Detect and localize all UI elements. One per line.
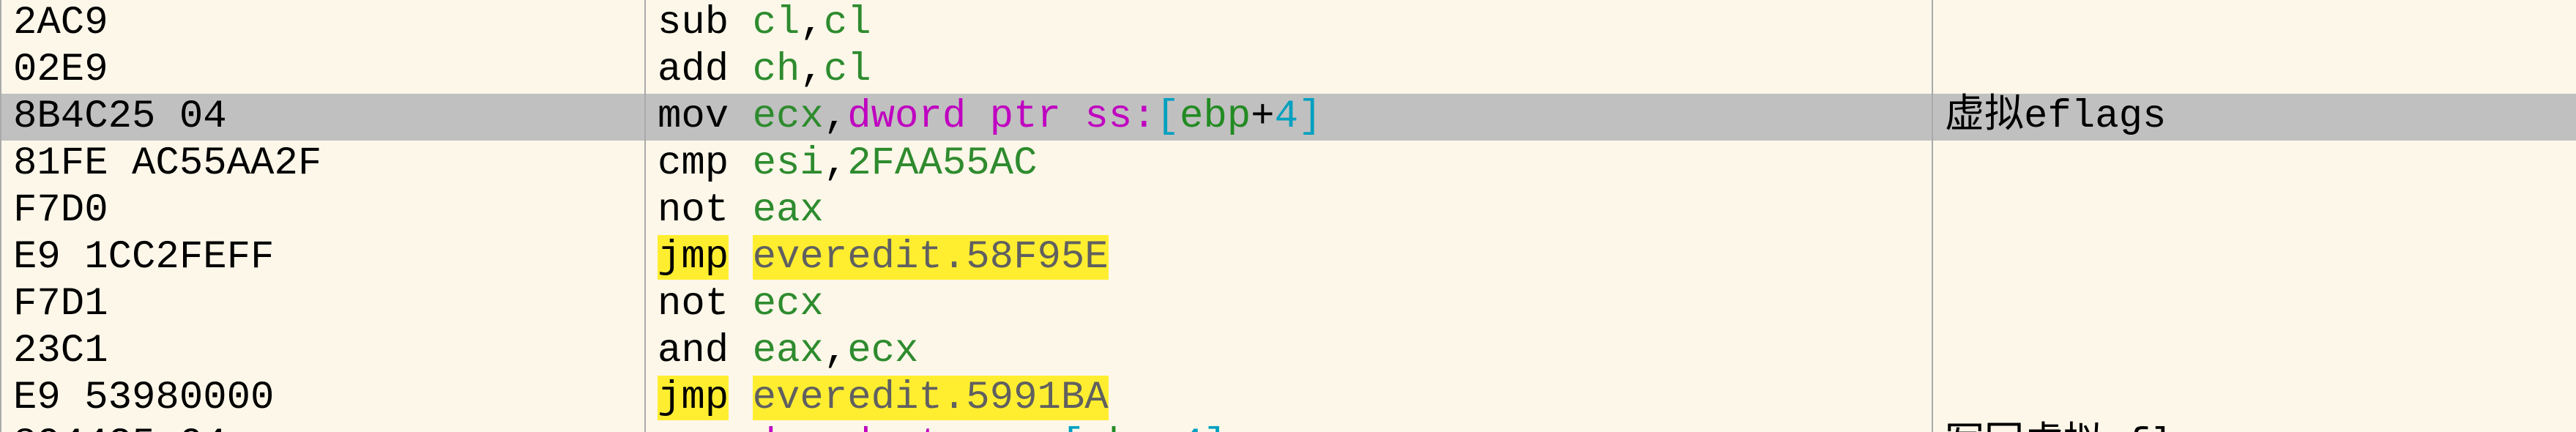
comment-cell[interactable]: 写回虚拟eflags	[1932, 422, 2576, 432]
bracket-close: ]	[1203, 422, 1226, 432]
instruction-cell: sub cl,cl	[645, 0, 1932, 47]
sep: ,	[824, 329, 847, 373]
displacement: 4	[1180, 422, 1203, 432]
immediate: 2FAA55AC	[847, 141, 1037, 186]
disasm-row[interactable]: 81FE AC55AA2Fcmp esi,2FAA55AC	[1, 141, 2576, 187]
operator: +	[1251, 94, 1274, 139]
register: ch	[753, 48, 800, 92]
mnemonic: not	[658, 282, 753, 327]
mnemonic: not	[658, 188, 753, 233]
instruction-cell: mov ecx,dword ptr ss:[ebp+4]	[645, 94, 1932, 141]
instruction-cell: not eax	[645, 187, 1932, 234]
sep: ,	[800, 1, 823, 45]
segment: ss:	[990, 422, 1061, 432]
register: cl	[753, 1, 800, 45]
register: eax	[1251, 422, 1322, 432]
bracket-close: ]	[1298, 94, 1322, 139]
bytes-cell: 23C1	[1, 328, 645, 375]
register: ecx	[753, 94, 824, 139]
segment: ss:	[1084, 94, 1155, 139]
sep: ,	[824, 141, 847, 186]
comment-cell[interactable]	[1932, 141, 2576, 187]
comment-cell[interactable]	[1932, 47, 2576, 94]
register: cl	[824, 48, 871, 92]
disassembly-table[interactable]: 2AC9sub cl,cl02E9add ch,cl8B4C25 04mov e…	[0, 0, 2576, 432]
comment-cell[interactable]	[1932, 375, 2576, 422]
symbol: everedit.5991BA	[753, 376, 1109, 420]
mnemonic: mov	[658, 422, 753, 432]
instruction-cell: not ecx	[645, 281, 1932, 328]
register: eax	[753, 188, 824, 233]
register: cl	[824, 1, 871, 45]
disasm-row[interactable]: F7D1not ecx	[1, 281, 2576, 328]
instruction-cell: add ch,cl	[645, 47, 1932, 94]
bytes-cell: 81FE AC55AA2F	[1, 141, 645, 187]
symbol: everedit.58F95E	[753, 235, 1109, 280]
register: ebp	[1180, 94, 1251, 139]
mnemonic: and	[658, 329, 753, 373]
disasm-row[interactable]: 2AC9sub cl,cl	[1, 0, 2576, 47]
operator: +	[1156, 422, 1180, 432]
disasm-row[interactable]: F7D0not eax	[1, 187, 2576, 234]
instruction-cell: jmp everedit.5991BA	[645, 375, 1932, 422]
bytes-cell: 8B4C25 04	[1, 94, 645, 141]
mnemonic-jmp: jmp	[658, 235, 729, 280]
comment-cell[interactable]	[1932, 234, 2576, 281]
sep: ,	[824, 94, 847, 139]
instruction-cell: and eax,ecx	[645, 328, 1932, 375]
comment-cell[interactable]	[1932, 187, 2576, 234]
mnemonic: sub	[658, 1, 753, 45]
instruction-cell: cmp esi,2FAA55AC	[645, 141, 1932, 187]
register: eax	[753, 329, 824, 373]
comment-cell[interactable]	[1932, 328, 2576, 375]
bytes-cell: 02E9	[1, 47, 645, 94]
register: ecx	[753, 282, 824, 327]
mnemonic: add	[658, 48, 753, 92]
bytes-cell: F7D1	[1, 281, 645, 328]
instruction-cell: jmp everedit.58F95E	[645, 234, 1932, 281]
mnemonic: mov	[658, 94, 753, 139]
bytes-cell: F7D0	[1, 187, 645, 234]
disasm-row[interactable]: 8B4C25 04mov ecx,dword ptr ss:[ebp+4]虚拟e…	[1, 94, 2576, 141]
disasm-row[interactable]: 23C1and eax,ecx	[1, 328, 2576, 375]
bracket-open: [	[1156, 94, 1180, 139]
bytes-cell: 894425 04	[1, 422, 645, 432]
comment-cell[interactable]: 虚拟eflags	[1932, 94, 2576, 141]
disasm-row[interactable]: E9 1CC2FEFFjmp everedit.58F95E	[1, 234, 2576, 281]
register: ecx	[847, 329, 918, 373]
bytes-cell: E9 53980000	[1, 375, 645, 422]
size-spec: dword ptr	[753, 422, 990, 432]
register: ebp	[1084, 422, 1155, 432]
bytes-cell: E9 1CC2FEFF	[1, 234, 645, 281]
mnemonic-jmp: jmp	[658, 376, 729, 420]
bracket-open: [	[1061, 422, 1084, 432]
size-spec: dword ptr	[847, 94, 1084, 139]
displacement: 4	[1275, 94, 1298, 139]
comment-cell[interactable]	[1932, 0, 2576, 47]
disasm-row[interactable]: 02E9add ch,cl	[1, 47, 2576, 94]
register: esi	[753, 141, 824, 186]
comment-cell[interactable]	[1932, 281, 2576, 328]
instruction-cell: mov dword ptr ss:[ebp+4],eax	[645, 422, 1932, 432]
sep: ,	[1227, 422, 1251, 432]
sep: ,	[800, 48, 823, 92]
bytes-cell: 2AC9	[1, 0, 645, 47]
mnemonic: cmp	[658, 141, 753, 186]
disasm-row[interactable]: 894425 04mov dword ptr ss:[ebp+4],eax写回虚…	[1, 422, 2576, 432]
disasm-row[interactable]: E9 53980000jmp everedit.5991BA	[1, 375, 2576, 422]
